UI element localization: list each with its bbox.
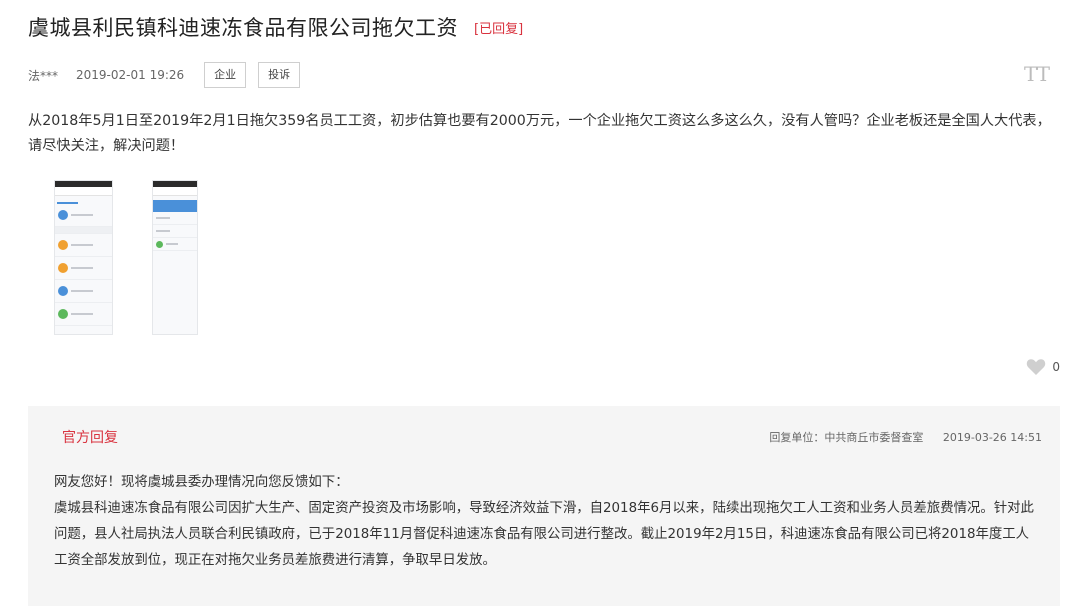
page-title: 虞城县利民镇科迪速冻食品有限公司拖欠工资 [28,16,458,40]
official-reply-panel: 官方回复 回复单位：中共商丘市委督查室 2019-03-26 14:51 网友您… [28,406,1060,606]
tag-complaint[interactable]: 投诉 [258,62,301,88]
heart-icon [1027,359,1046,375]
attachment-image[interactable] [152,180,198,335]
attachment-image[interactable] [54,180,113,335]
reply-unit: 回复单位：中共商丘市委督查室 [769,431,924,444]
reply-header: 官方回复 [62,430,118,446]
post-date: 2019-02-01 19:26 [76,68,185,82]
tag-enterprise[interactable]: 企业 [204,62,247,88]
like-count: 0 [1052,360,1060,374]
font-size-icon[interactable]: TT [1024,62,1050,86]
reply-body: 网友您好！现将虞城县委办理情况向您反馈如下： 虞城县科迪速冻食品有限公司因扩大生… [54,470,1038,574]
post-body: 从2018年5月1日至2019年2月1日拖欠359名员工工资，初步估算也要有20… [28,113,1051,154]
reply-paragraph: 虞城县科迪速冻食品有限公司因扩大生产、固定资产投资及市场影响，导致经济效益下滑，… [54,501,1034,568]
title-row: 虞城县利民镇科迪速冻食品有限公司拖欠工资 [已回复] [28,12,523,42]
post-meta: 法*** 2019-02-01 19:26 企业 投诉 [28,62,301,88]
reply-meta: 回复单位：中共商丘市委督查室 2019-03-26 14:51 [769,429,1042,445]
reply-date: 2019-03-26 14:51 [942,431,1042,444]
author-name: 法*** [28,68,59,83]
reply-paragraph: 网友您好！现将虞城县委办理情况向您反馈如下： [54,475,349,490]
like-button[interactable]: 0 [1026,358,1060,376]
status-badge: [已回复] [474,21,524,37]
